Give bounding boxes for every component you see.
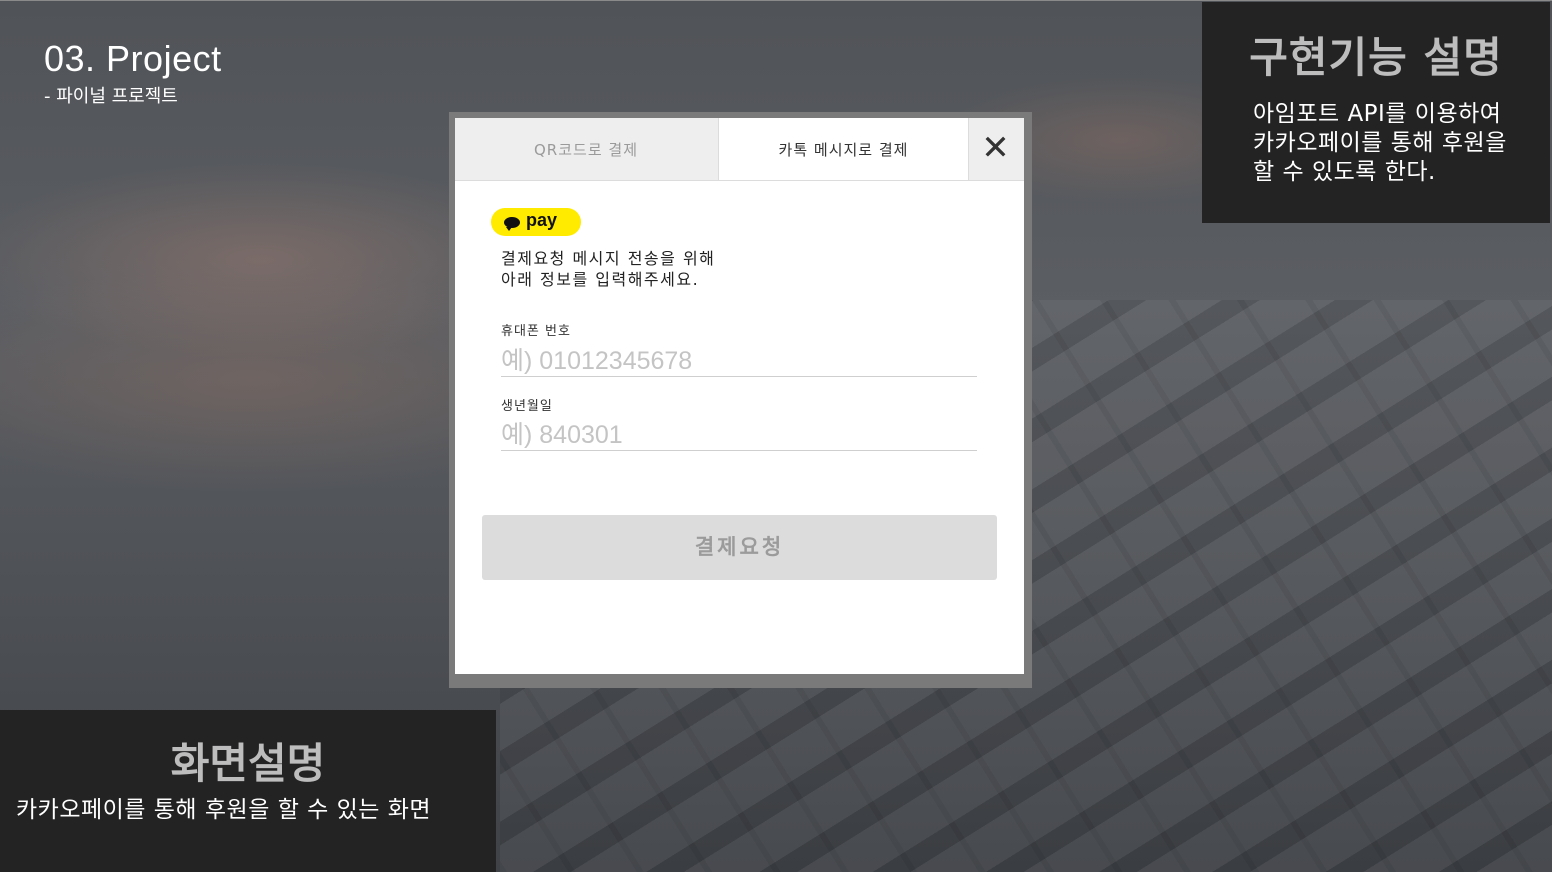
payment-tabs: QR코드로 결제 카톡 메시지로 결제 ✕ [455,118,1024,181]
tab-qr-payment[interactable]: QR코드로 결제 [455,118,717,180]
guide-text: 결제요청 메시지 전송을 위해 아래 정보를 입력해주세요. [501,248,715,290]
phone-label: 휴대폰 번호 [501,324,571,339]
speech-bubble-icon [504,217,520,231]
tab-kakaotalk-payment[interactable]: 카톡 메시지로 결제 [718,118,969,180]
guide-line-1: 결제요청 메시지 전송을 위해 [501,249,716,268]
kakaopay-modal: QR코드로 결제 카톡 메시지로 결제 ✕ pay 결제요청 메시지 전송을 위… [455,118,1024,674]
screen-panel: 화면설명 카카오페이를 통해 후원을 할 수 있는 화면 [0,710,496,872]
slide-subtitle: - 파이널 프로젝트 [44,86,178,107]
kakaopay-logo-text: pay [526,210,558,230]
phone-input[interactable] [501,346,977,377]
slide-title: 03. Project [44,38,222,79]
feature-panel-heading: 구현기능 설명 [1249,33,1503,82]
close-icon[interactable]: ✕ [967,118,1024,180]
birth-label: 생년월일 [501,399,553,414]
screen-panel-description: 카카오페이를 통해 후원을 할 수 있는 화면 [16,797,432,823]
top-border [0,0,1552,1]
payment-request-button[interactable]: 결제요청 [482,515,997,580]
feature-panel-description: 아임포트 API를 이용하여 카카오페이를 통해 후원을 할 수 있도록 한다. [1253,101,1507,185]
screen-panel-heading: 화면설명 [170,739,326,788]
feature-panel: 구현기능 설명 아임포트 API를 이용하여 카카오페이를 통해 후원을 할 수… [1202,2,1550,223]
guide-line-2: 아래 정보를 입력해주세요. [501,270,700,289]
kakaopay-logo: pay [491,208,581,236]
birthdate-input[interactable] [501,420,977,451]
